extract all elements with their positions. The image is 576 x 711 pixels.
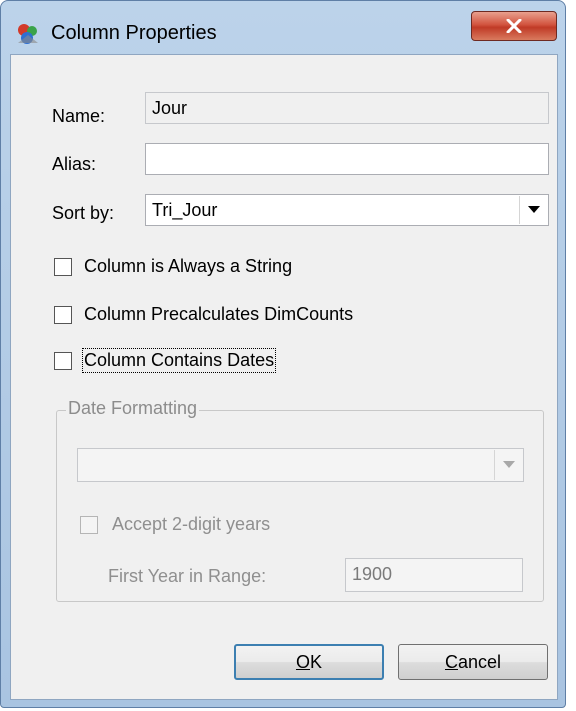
window-title: Column Properties: [51, 22, 217, 44]
cancel-button-label: Cancel: [444, 651, 502, 672]
accept-2digit-label: Accept 2-digit years: [112, 514, 271, 534]
always-string-label[interactable]: Column is Always a String: [84, 256, 292, 277]
sortby-dropdown-button[interactable]: [519, 196, 547, 224]
always-string-checkbox[interactable]: [54, 258, 72, 276]
ok-button[interactable]: OK: [234, 644, 384, 680]
date-format-combobox: [77, 448, 524, 482]
close-x-icon: [506, 19, 522, 33]
date-format-dropdown-button: [494, 450, 522, 480]
close-button[interactable]: [471, 11, 557, 41]
name-field: Jour: [145, 92, 549, 124]
first-year-field: 1900: [345, 558, 523, 592]
name-label: Name:: [52, 106, 106, 126]
title-bar[interactable]: Column Properties: [1, 1, 565, 44]
first-year-label: First Year in Range:: [108, 566, 267, 586]
chevron-down-icon: [527, 206, 540, 213]
precalc-dimcounts-label[interactable]: Column Precalculates DimCounts: [84, 304, 353, 325]
date-formatting-legend: Date Formatting: [66, 398, 200, 419]
sortby-value: Tri_Jour: [152, 200, 218, 220]
sortby-label: Sort by:: [52, 203, 115, 223]
precalc-dimcounts-checkbox[interactable]: [54, 306, 72, 324]
ok-button-label: OK: [295, 651, 323, 672]
sortby-combobox[interactable]: Tri_Jour: [145, 194, 549, 226]
alias-input[interactable]: [145, 143, 549, 175]
app-cube-icon: [18, 24, 38, 44]
alias-label: Alias:: [52, 154, 97, 174]
contains-dates-label[interactable]: Column Contains Dates: [81, 348, 277, 373]
contains-dates-checkbox[interactable]: [54, 352, 72, 370]
accept-2digit-checkbox: [80, 516, 98, 534]
chevron-down-icon: [502, 461, 515, 468]
cancel-button[interactable]: Cancel: [398, 644, 548, 680]
